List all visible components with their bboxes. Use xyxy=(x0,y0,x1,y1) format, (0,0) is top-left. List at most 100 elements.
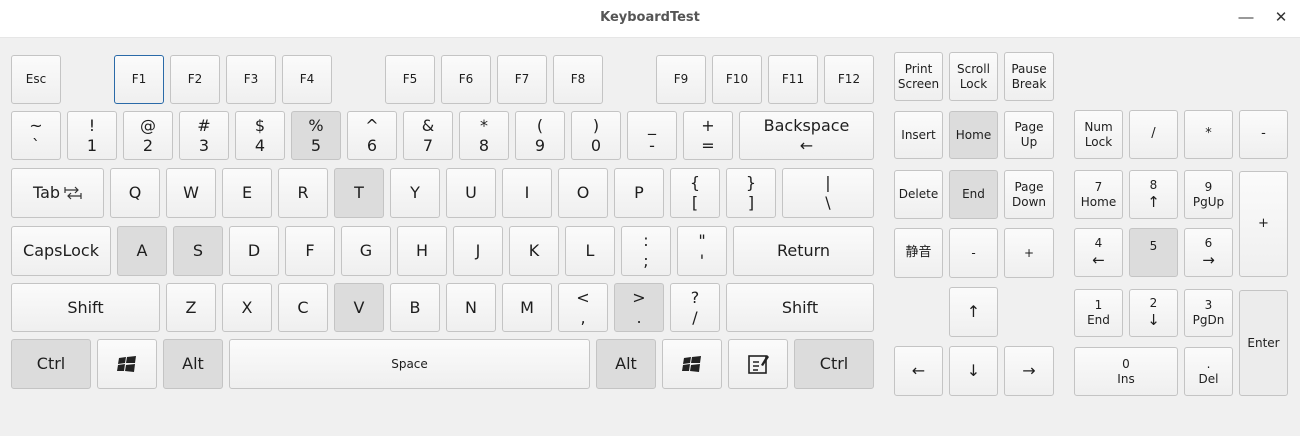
key-arrow-right[interactable]: → xyxy=(1004,346,1054,396)
key-a[interactable]: A xyxy=(117,226,167,276)
key-b[interactable]: B xyxy=(390,283,440,332)
key-t[interactable]: T xyxy=(334,168,384,218)
key-grave[interactable]: ~ ` xyxy=(11,111,61,160)
key-arrow-down[interactable]: ↓ xyxy=(949,346,998,396)
key-j[interactable]: J xyxy=(453,226,503,276)
key-c[interactable]: C xyxy=(278,283,328,332)
key-numpad-subtract[interactable]: - xyxy=(1239,110,1288,159)
key-num-lock[interactable]: Num Lock xyxy=(1074,110,1123,159)
key-numpad-9[interactable]: 9 PgUp xyxy=(1184,170,1233,219)
key-v[interactable]: V xyxy=(334,283,384,332)
key-quote[interactable]: " ' xyxy=(677,226,727,276)
key-semicolon[interactable]: :; xyxy=(621,226,671,276)
key-left-alt[interactable]: Alt xyxy=(163,339,223,389)
key-g[interactable]: G xyxy=(341,226,391,276)
minimize-button[interactable]: — xyxy=(1236,8,1256,28)
key-q[interactable]: Q xyxy=(110,168,160,218)
key-numpad-7[interactable]: 7 Home xyxy=(1074,170,1123,219)
key-f7[interactable]: F7 xyxy=(497,55,547,104)
key-numpad-5[interactable]: 5 xyxy=(1129,228,1178,277)
key-f12[interactable]: F12 xyxy=(824,55,874,104)
key-arrow-up[interactable]: ↑ xyxy=(949,287,998,337)
key-insert[interactable]: Insert xyxy=(894,111,943,159)
key-f4[interactable]: F4 xyxy=(282,55,332,104)
key-numpad-1[interactable]: 1 End xyxy=(1074,289,1123,337)
key-numpad-0[interactable]: 0 Ins xyxy=(1074,347,1178,396)
key-9[interactable]: (9 xyxy=(515,111,565,160)
key-numpad-8[interactable]: 8 ↑ xyxy=(1129,170,1178,219)
key-f[interactable]: F xyxy=(285,226,335,276)
key-2[interactable]: @2 xyxy=(123,111,173,160)
key-mute[interactable]: 静音 xyxy=(894,228,943,278)
key-left-win[interactable] xyxy=(97,339,157,389)
key-right-bracket[interactable]: }] xyxy=(726,168,776,218)
key-f6[interactable]: F6 xyxy=(441,55,491,104)
key-y[interactable]: Y xyxy=(390,168,440,218)
key-x[interactable]: X xyxy=(222,283,272,332)
key-end[interactable]: End xyxy=(949,170,998,219)
key-slash[interactable]: ? / xyxy=(670,283,720,332)
key-f9[interactable]: F9 xyxy=(656,55,706,104)
key-numpad-decimal[interactable]: . Del xyxy=(1184,347,1233,396)
key-capslock[interactable]: CapsLock xyxy=(11,226,111,276)
key-right-ctrl[interactable]: Ctrl xyxy=(794,339,874,389)
key-space[interactable]: Space xyxy=(229,339,590,389)
key-left-ctrl[interactable]: Ctrl xyxy=(11,339,91,389)
key-minus[interactable]: _ - xyxy=(627,111,677,160)
key-numpad-4[interactable]: 4 ← xyxy=(1074,228,1123,277)
key-f3[interactable]: F3 xyxy=(226,55,276,104)
key-n[interactable]: N xyxy=(446,283,496,332)
key-7[interactable]: & 7 xyxy=(403,111,453,160)
key-backspace[interactable]: Backspace ← xyxy=(739,111,874,160)
key-m[interactable]: M xyxy=(502,283,552,332)
key-6[interactable]: ^ 6 xyxy=(347,111,397,160)
key-esc[interactable]: Esc xyxy=(11,55,61,104)
key-left-bracket[interactable]: {[ xyxy=(670,168,720,218)
key-right-shift[interactable]: Shift xyxy=(726,283,874,332)
key-w[interactable]: W xyxy=(166,168,216,218)
key-home[interactable]: Home xyxy=(949,111,998,159)
key-l[interactable]: L xyxy=(565,226,615,276)
key-e[interactable]: E xyxy=(222,168,272,218)
key-4[interactable]: $4 xyxy=(235,111,285,160)
key-h[interactable]: H xyxy=(397,226,447,276)
key-3[interactable]: #3 xyxy=(179,111,229,160)
key-o[interactable]: O xyxy=(558,168,608,218)
key-tab[interactable]: Tab xyxy=(11,168,104,218)
key-equal[interactable]: + = xyxy=(683,111,733,160)
key-f1[interactable]: F1 xyxy=(114,55,164,104)
key-numpad-6[interactable]: 6 → xyxy=(1184,228,1233,277)
close-button[interactable]: ✕ xyxy=(1271,8,1291,28)
key-u[interactable]: U xyxy=(446,168,496,218)
key-d[interactable]: D xyxy=(229,226,279,276)
key-i[interactable]: I xyxy=(502,168,552,218)
key-right-win[interactable] xyxy=(662,339,722,389)
key-f11[interactable]: F11 xyxy=(768,55,818,104)
key-return[interactable]: Return xyxy=(733,226,874,276)
key-0[interactable]: ) 0 xyxy=(571,111,621,160)
key-pause-break[interactable]: Pause Break xyxy=(1004,52,1054,101)
key-numpad-enter[interactable]: Enter xyxy=(1239,290,1288,396)
key-volume-up[interactable]: + xyxy=(1004,228,1054,278)
key-5[interactable]: % 5 xyxy=(291,111,341,160)
key-f2[interactable]: F2 xyxy=(170,55,220,104)
key-numpad-2[interactable]: 2 ↓ xyxy=(1129,289,1178,337)
key-8[interactable]: * 8 xyxy=(459,111,509,160)
key-s[interactable]: S xyxy=(173,226,223,276)
key-z[interactable]: Z xyxy=(166,283,216,332)
key-numpad-add[interactable]: + xyxy=(1239,171,1288,277)
key-1[interactable]: ! 1 xyxy=(67,111,117,160)
key-page-up[interactable]: Page Up xyxy=(1004,111,1054,159)
key-numpad-multiply[interactable]: * xyxy=(1184,110,1233,159)
key-numpad-divide[interactable]: / xyxy=(1129,110,1178,159)
key-k[interactable]: K xyxy=(509,226,559,276)
key-print-screen[interactable]: Print Screen xyxy=(894,52,943,101)
key-r[interactable]: R xyxy=(278,168,328,218)
key-numpad-3[interactable]: 3 PgDn xyxy=(1184,289,1233,337)
key-f8[interactable]: F8 xyxy=(553,55,603,104)
key-menu[interactable] xyxy=(728,339,788,389)
key-page-down[interactable]: Page Down xyxy=(1004,170,1054,219)
key-scroll-lock[interactable]: Scroll Lock xyxy=(949,52,998,101)
key-right-alt[interactable]: Alt xyxy=(596,339,656,389)
key-arrow-left[interactable]: ← xyxy=(894,346,943,396)
